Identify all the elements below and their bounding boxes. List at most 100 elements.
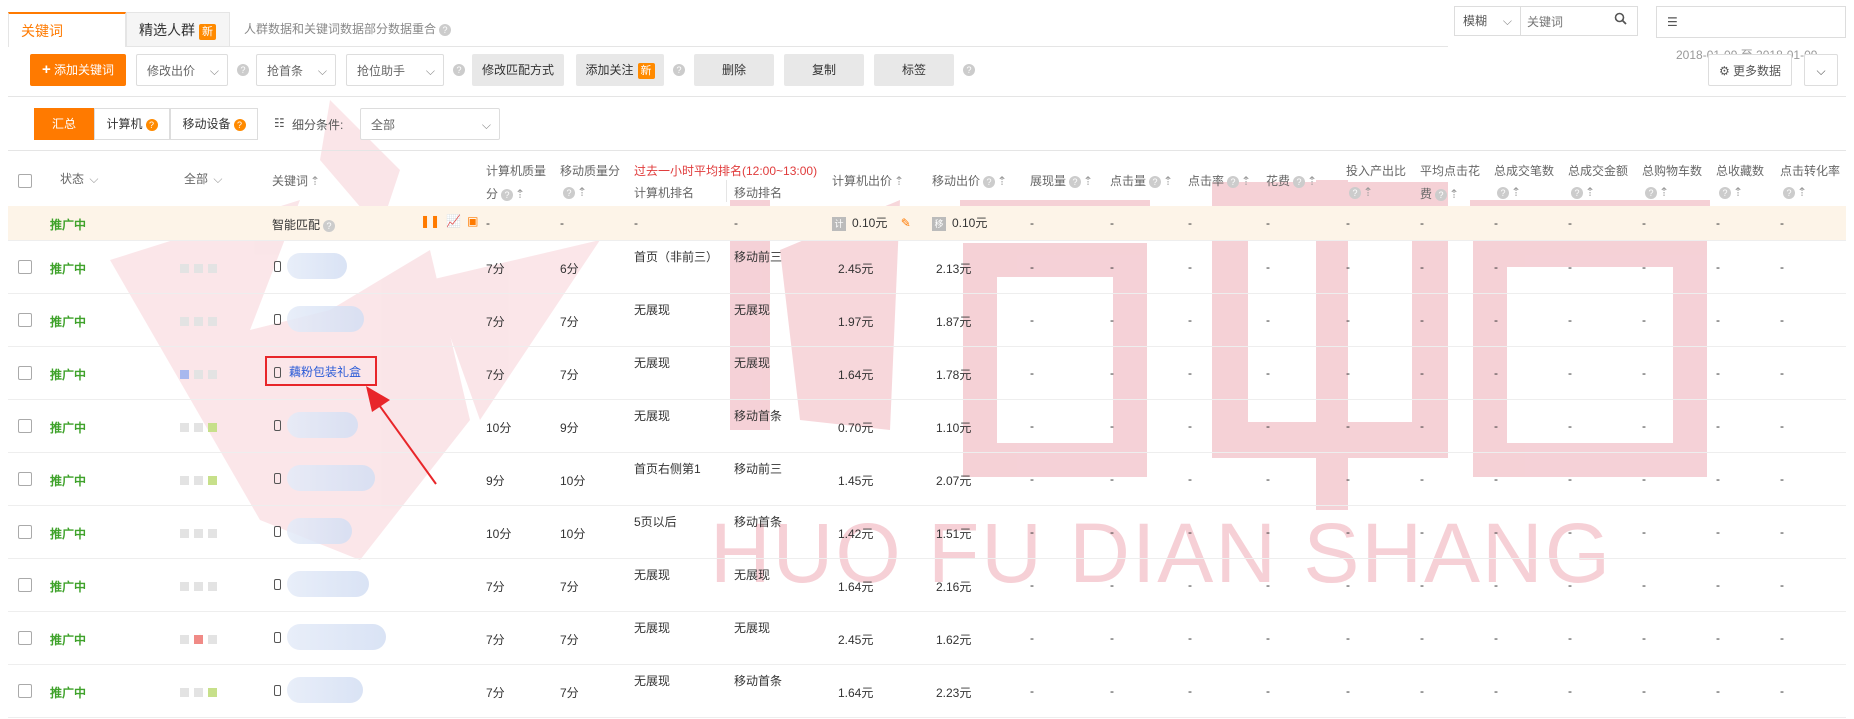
status-text: 推广中 — [50, 686, 87, 700]
date-picker[interactable]: ☰ — [1656, 6, 1846, 38]
summary-tab[interactable]: 汇总 — [34, 108, 94, 140]
header-clicks[interactable]: 点击量? ⇡ — [1110, 172, 1173, 189]
header-ctr[interactable]: 点击率? ⇡ — [1188, 172, 1251, 189]
delete-button[interactable]: 删除 — [694, 54, 774, 86]
tab-selected-crowd[interactable]: 精选人群新 — [126, 12, 230, 46]
header-total-orders[interactable]: 总成交笔数? ⇡ — [1494, 162, 1554, 199]
computer-tab[interactable]: 计算机? — [94, 108, 170, 140]
row-checkbox[interactable] — [18, 631, 32, 645]
header-all[interactable]: 全部 ⌵ — [184, 170, 222, 187]
mobile-bid-cell[interactable]: 1.10元 — [936, 419, 971, 436]
header-impressions[interactable]: 展现量? ⇡ — [1030, 172, 1093, 189]
pc-bid-cell[interactable]: 1.64元 — [838, 578, 873, 595]
help-icon[interactable]: ? — [453, 64, 465, 76]
cell: - — [1716, 260, 1720, 274]
cell: - — [1716, 313, 1720, 327]
header-total-fav[interactable]: 总收藏数? ⇡ — [1716, 162, 1764, 199]
pc-bid-cell[interactable]: 1.42元 — [838, 525, 873, 542]
row-checkbox[interactable] — [18, 472, 32, 486]
row-divider — [8, 558, 1846, 559]
header-pc-quality[interactable]: 计算机质量分? ⇡ — [486, 162, 546, 202]
row-checkbox[interactable] — [18, 578, 32, 592]
report-icon[interactable]: ▣ — [467, 214, 478, 228]
mobile-bid-cell[interactable]: 1.78元 — [936, 366, 971, 383]
help-icon[interactable]: ? — [963, 64, 975, 76]
help-icon[interactable]: ? — [673, 64, 685, 76]
search-mode-select[interactable]: 模糊 ⌵ — [1455, 7, 1521, 35]
pause-icon[interactable]: ❚❚ — [420, 214, 440, 228]
row-checkbox[interactable] — [18, 313, 32, 327]
header-total-amount[interactable]: 总成交金额? ⇡ — [1568, 162, 1628, 199]
sort-icon: ⇡ — [310, 174, 321, 188]
mobile-bid-cell[interactable]: 2.07元 — [936, 472, 971, 489]
cell: - — [1494, 631, 1498, 645]
cell: - — [1188, 313, 1192, 327]
header-pc-bid[interactable]: 计算机出价 ⇡ — [832, 172, 904, 189]
keyword-cell — [274, 306, 364, 332]
mobile-bid-cell[interactable]: 1.87元 — [936, 313, 971, 330]
keyword-search-input[interactable] — [1525, 11, 1609, 33]
cell: - — [1568, 419, 1572, 433]
cell: - — [1188, 260, 1192, 274]
smart-match-label: 智能匹配? — [272, 216, 336, 233]
select-all-checkbox[interactable] — [18, 174, 32, 188]
tag-button[interactable]: 标签 — [874, 54, 954, 86]
cell: - — [1568, 525, 1572, 539]
mobile-bid-cell[interactable]: 2.13元 — [936, 260, 971, 277]
cell: - — [1188, 578, 1192, 592]
header-mobile-bid[interactable]: 移动出价? ⇡ — [932, 172, 1007, 189]
header-keyword[interactable]: 关键词 ⇡ — [272, 172, 320, 189]
mobile-quality-cell: 7分 — [560, 686, 579, 700]
header-cvr[interactable]: 点击转化率? ⇡ — [1780, 162, 1840, 199]
rank-assistant-select[interactable]: 抢位助手 ⌵ — [346, 54, 444, 86]
tab-keywords[interactable]: 关键词（ 23 ） — [8, 12, 126, 73]
sub-condition-select[interactable]: 全部 ⌵ — [360, 108, 500, 140]
header-cost[interactable]: 花费? ⇡ — [1266, 172, 1317, 189]
pc-bid-cell[interactable]: 1.45元 — [838, 472, 873, 489]
cell: - — [1188, 366, 1192, 380]
edit-pencil-icon[interactable]: ✎ — [901, 216, 911, 230]
header-mobile-quality[interactable]: 移动质量分? ⇡ — [560, 162, 620, 199]
mobile-rank-cell: 无展现 — [734, 568, 771, 582]
grab-top-select[interactable]: 抢首条 ⌵ — [256, 54, 336, 86]
pc-bid-cell[interactable]: 2.45元 — [838, 631, 873, 648]
copy-button[interactable]: 复制 — [784, 54, 864, 86]
mobile-bid-cell[interactable]: 2.23元 — [936, 684, 971, 701]
row-checkbox[interactable] — [18, 684, 32, 698]
header-status[interactable]: 状态 ⌵ — [60, 170, 98, 187]
cell: - — [1716, 525, 1720, 539]
mobile-bid-cell[interactable]: 1.62元 — [936, 631, 971, 648]
help-icon[interactable]: ? — [237, 64, 249, 76]
add-keyword-button[interactable]: + 添加关键词 — [30, 54, 126, 86]
add-follow-button[interactable]: 添加关注新 — [576, 54, 664, 86]
device-indicators — [180, 262, 222, 276]
row-checkbox[interactable] — [18, 525, 32, 539]
header-avg-cpc[interactable]: 平均点击花费? ⇡ — [1420, 162, 1480, 202]
cell: - — [1266, 578, 1270, 592]
more-data-button[interactable]: ⚙ 更多数据 — [1708, 54, 1792, 86]
trend-chart-icon[interactable]: 📈 — [446, 214, 461, 228]
search-icon[interactable] — [1607, 10, 1633, 32]
row-checkbox[interactable] — [18, 260, 32, 274]
mobile-rank-cell: 无展现 — [734, 303, 771, 317]
pc-bid-cell[interactable]: 1.97元 — [838, 313, 873, 330]
header-total-cart[interactable]: 总购物车数? ⇡ — [1642, 162, 1702, 199]
expand-button[interactable]: ⌵ — [1804, 54, 1838, 86]
mobile-tab[interactable]: 移动设备? — [170, 108, 258, 140]
help-icon[interactable]: ? — [439, 23, 452, 36]
pc-bid-cell[interactable]: 0.70元 — [838, 419, 873, 436]
pc-bid-cell[interactable]: 1.64元 — [838, 684, 873, 701]
cell: - — [1568, 366, 1572, 380]
pc-quality-cell: 7分 — [486, 315, 505, 329]
modify-match-button[interactable]: 修改匹配方式 — [472, 54, 564, 86]
mobile-bid-cell[interactable]: 1.51元 — [936, 525, 971, 542]
modify-bid-select[interactable]: 修改出价 ⌵ — [136, 54, 228, 86]
keyword-cell — [274, 518, 352, 544]
header-roi[interactable]: 投入产出比? ⇡ — [1346, 162, 1406, 199]
cell: - — [1110, 525, 1114, 539]
mobile-bid-cell[interactable]: 2.16元 — [936, 578, 971, 595]
row-checkbox[interactable] — [18, 419, 32, 433]
pc-bid-cell[interactable]: 2.45元 — [838, 260, 873, 277]
pc-bid-cell[interactable]: 1.64元 — [838, 366, 873, 383]
row-checkbox[interactable] — [18, 366, 32, 380]
